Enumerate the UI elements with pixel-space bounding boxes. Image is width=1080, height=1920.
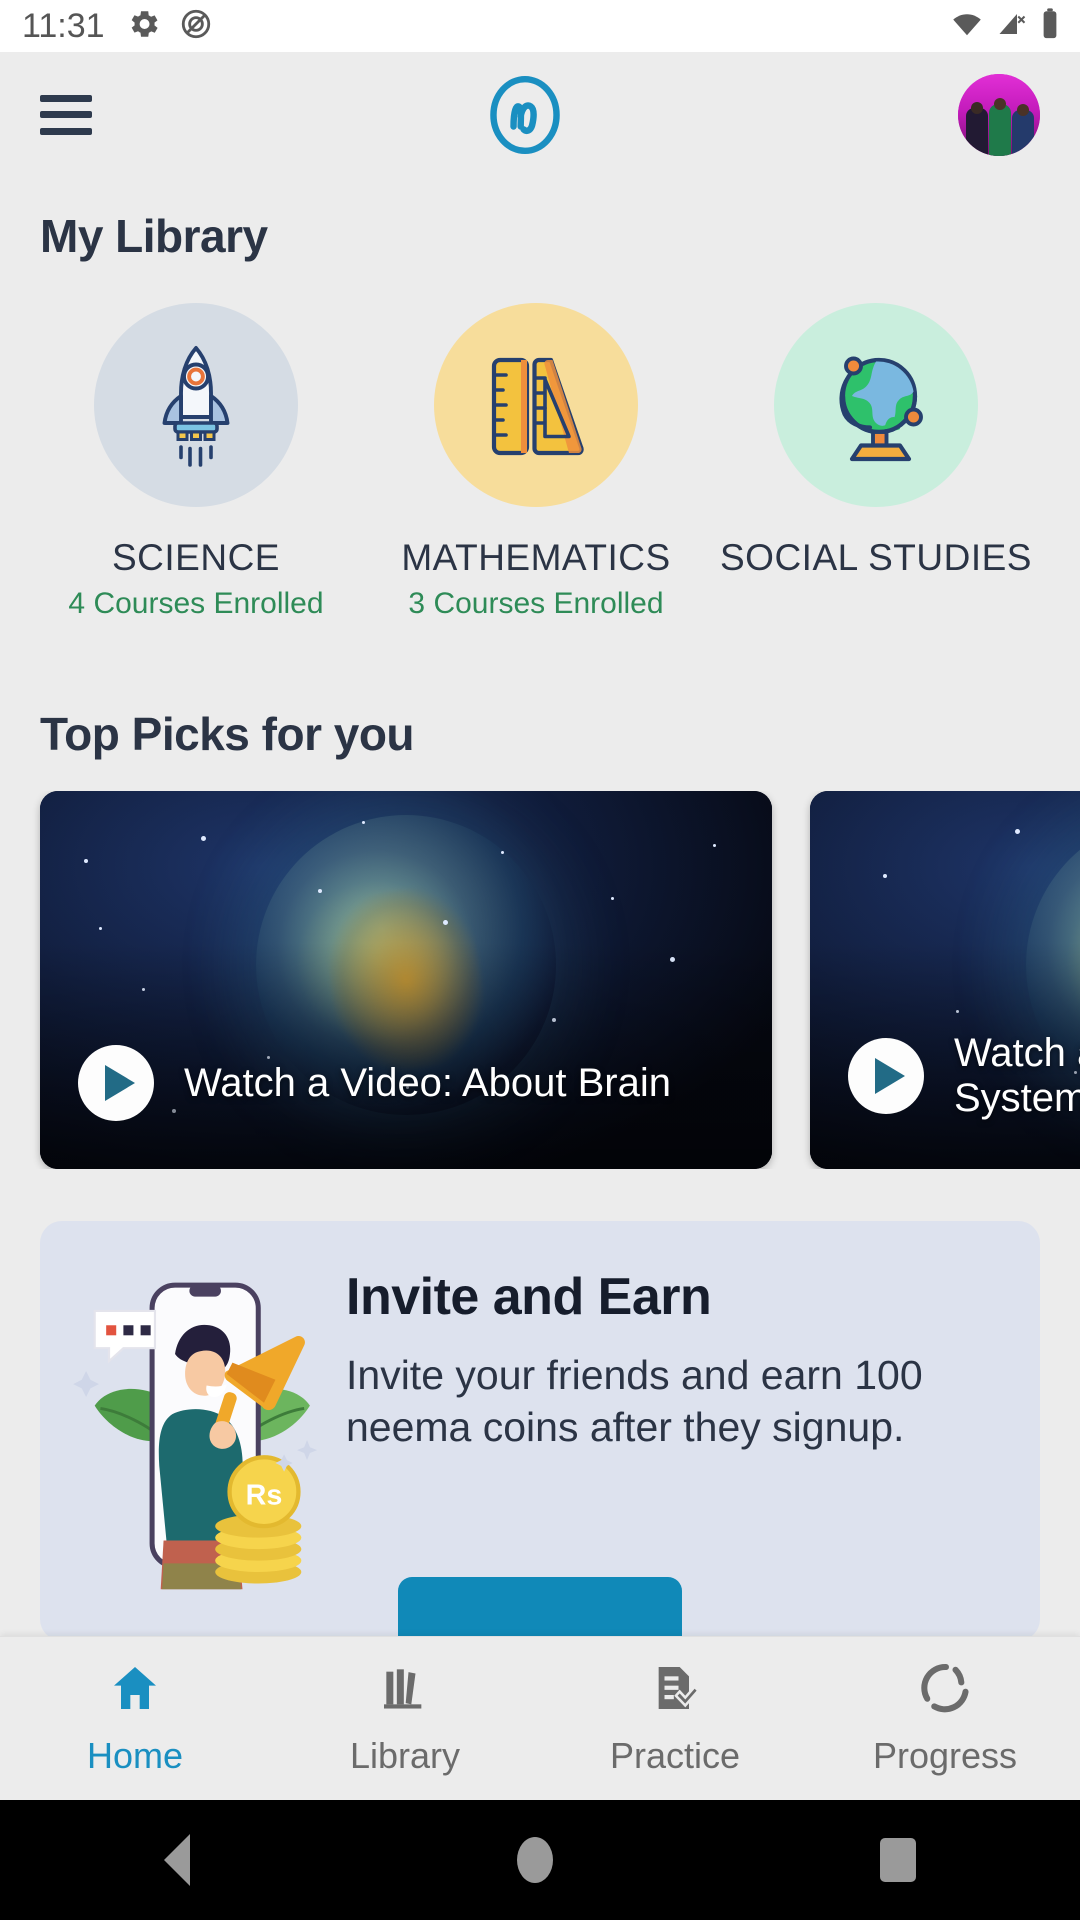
avatar[interactable] bbox=[958, 73, 1040, 156]
category-name: SCIENCE bbox=[112, 537, 280, 578]
category-name: MATHEMATICS bbox=[401, 537, 671, 578]
play-icon[interactable] bbox=[78, 1045, 154, 1121]
video-title: Watch a Video: About Brain bbox=[184, 1060, 671, 1105]
globe-icon bbox=[839, 356, 923, 462]
invite-cta-button[interactable] bbox=[398, 1577, 682, 1641]
avatar-figure bbox=[1012, 109, 1034, 156]
home-icon bbox=[107, 1660, 163, 1721]
back-triangle-icon[interactable] bbox=[163, 1834, 190, 1886]
category-enrollment: 3 Courses Enrolled bbox=[408, 587, 664, 620]
category-item-social-studies[interactable]: SOCIAL STUDIES bbox=[706, 303, 1046, 587]
category-name: SOCIAL STUDIES bbox=[720, 537, 1032, 578]
nav-label: Home bbox=[86, 1735, 184, 1776]
hamburger-line bbox=[40, 127, 92, 135]
hamburger-line bbox=[40, 94, 92, 102]
category-icon-background bbox=[434, 303, 638, 507]
invite-and-earn-banner[interactable]: Rs Invite and Earn Invite your friends a… bbox=[40, 1221, 1040, 1641]
avatar-figure bbox=[971, 101, 983, 114]
category-icon-background bbox=[94, 303, 298, 507]
hamburger-menu-icon[interactable] bbox=[40, 94, 92, 135]
do-not-disturb-icon bbox=[179, 7, 213, 46]
wifi-icon bbox=[950, 9, 984, 44]
books-icon bbox=[377, 1660, 433, 1721]
video-card-footer: Watch a Video: About Brain bbox=[78, 1045, 744, 1121]
nav-label: Practice bbox=[609, 1735, 741, 1776]
video-card[interactable]: Watch a Video: Nervous System bbox=[810, 791, 1080, 1169]
category-icon-background bbox=[774, 303, 978, 507]
nav-item-progress[interactable]: Progress bbox=[810, 1660, 1080, 1777]
category-enrollment: 4 Courses Enrolled bbox=[68, 587, 324, 620]
invite-heading: Invite and Earn bbox=[346, 1268, 712, 1326]
ruler-icon bbox=[491, 357, 584, 456]
category-item-mathematics[interactable]: MATHEMATICS 3 Courses Enrolled bbox=[366, 303, 706, 621]
android-navigation-bar bbox=[0, 1800, 1080, 1920]
avatar-figure bbox=[989, 103, 1011, 156]
video-card[interactable]: Watch a Video: About Brain bbox=[40, 791, 772, 1169]
status-bar-clock: 11:31 bbox=[22, 6, 105, 45]
bottom-navigation-bar: Home Library Practice Progress bbox=[0, 1636, 1080, 1800]
invite-illustration: Rs bbox=[68, 1265, 328, 1595]
video-title: Watch a Video: Nervous System bbox=[954, 1031, 1080, 1121]
document-check-icon bbox=[647, 1660, 703, 1721]
nav-item-practice[interactable]: Practice bbox=[540, 1660, 810, 1777]
status-bar-right-icons bbox=[950, 0, 1060, 52]
avatar-figure bbox=[1017, 103, 1029, 116]
status-bar-left-icons bbox=[127, 7, 213, 46]
app-logo-icon[interactable] bbox=[482, 72, 568, 158]
top-picks-title: Top Picks for you bbox=[40, 708, 415, 760]
svg-text:Rs: Rs bbox=[246, 1480, 283, 1512]
nav-label: Library bbox=[349, 1735, 461, 1776]
avatar-figure bbox=[966, 107, 988, 156]
top-picks-carousel[interactable]: Watch a Video: About Brain Watch a Video… bbox=[0, 791, 1080, 1169]
hamburger-line bbox=[40, 111, 92, 118]
nav-item-home[interactable]: Home bbox=[0, 1660, 270, 1777]
nav-label: Progress bbox=[872, 1735, 1018, 1776]
progress-ring-icon bbox=[917, 1660, 973, 1721]
invite-description: Invite your friends and earn 100 neema c… bbox=[346, 1352, 923, 1451]
category-item-science[interactable]: SCIENCE 4 Courses Enrolled bbox=[26, 303, 366, 621]
app-header bbox=[0, 52, 1080, 177]
video-card-footer: Watch a Video: Nervous System bbox=[848, 1031, 1080, 1121]
home-circle-icon[interactable] bbox=[516, 1837, 553, 1883]
cellular-off-icon bbox=[996, 9, 1028, 44]
recents-square-icon[interactable] bbox=[880, 1838, 917, 1882]
category-list: SCIENCE 4 Courses Enrolled MATHEMATICS 3… bbox=[0, 303, 1080, 621]
nav-item-library[interactable]: Library bbox=[270, 1660, 540, 1777]
avatar-figure bbox=[994, 97, 1006, 110]
status-bar: 11:31 bbox=[0, 0, 1080, 52]
rocket-icon bbox=[162, 346, 230, 467]
battery-icon bbox=[1040, 7, 1060, 46]
play-icon[interactable] bbox=[848, 1038, 924, 1115]
invite-text-block: Invite and Earn Invite your friends and … bbox=[328, 1255, 1010, 1454]
gear-icon bbox=[127, 7, 161, 46]
page-title: My Library bbox=[40, 210, 268, 262]
